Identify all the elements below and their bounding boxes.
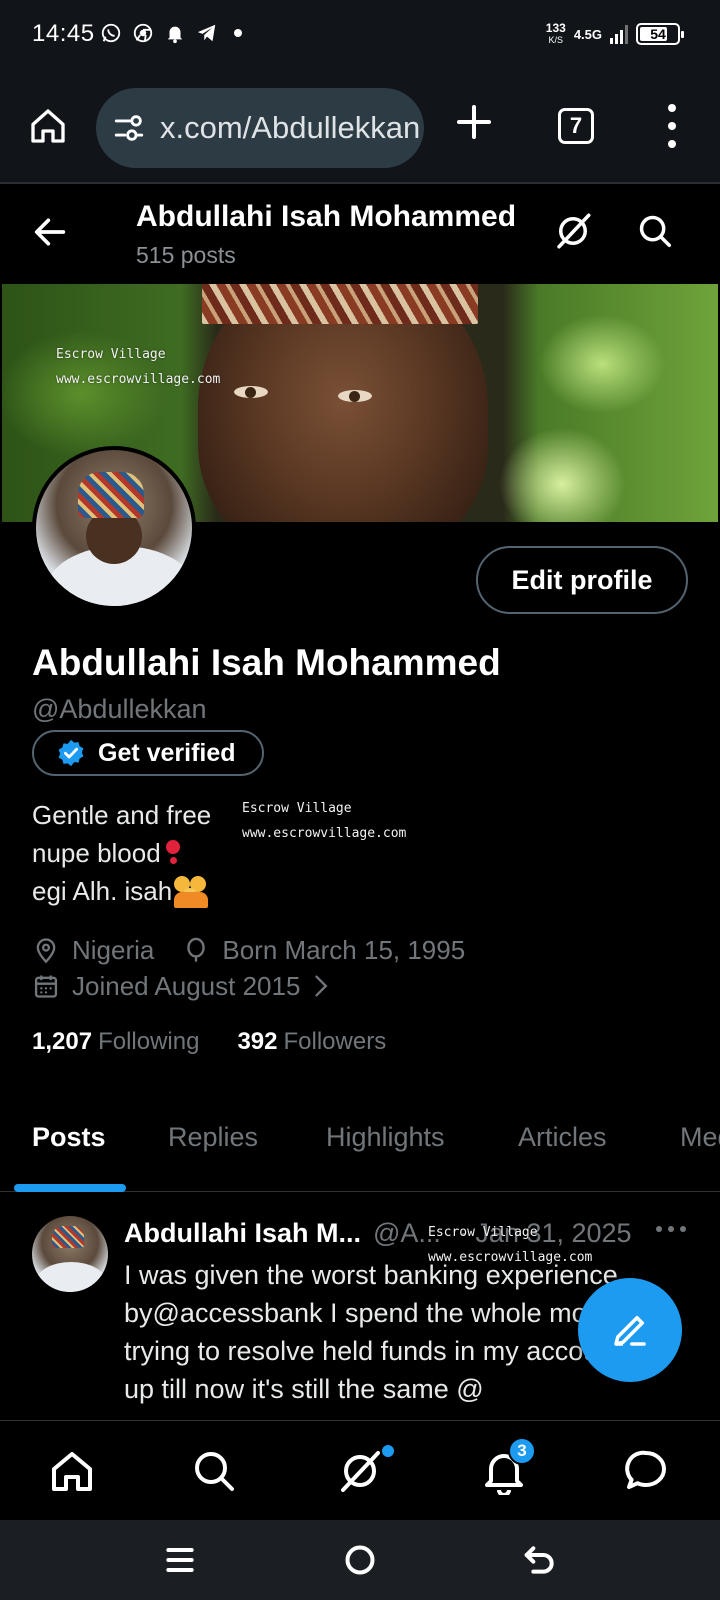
tab-switcher-button[interactable]: 7 [558,108,594,144]
profile-birthday: Born March 15, 1995 [222,934,466,965]
speed-unit: K/S [548,35,564,45]
site-settings-icon[interactable] [112,111,146,145]
following-label: Following [98,1028,200,1055]
active-tab-indicator [14,1184,126,1192]
watermark-line2: www.escrowvillage.com [242,826,407,841]
balloon-icon [187,937,206,962]
followers-count: 392 [237,1028,278,1055]
watermark-line1: Escrow Village [242,801,352,816]
followers-link[interactable]: 392 Followers [237,1028,386,1056]
speed-value: 133 [545,21,566,35]
profile-location: Nigeria [72,934,155,965]
bio-watermark: Escrow Village www.escrowvillage.com [242,796,406,846]
watermark-line2: www.escrowvillage.com [56,372,221,387]
get-verified-button[interactable]: Get verified [32,730,264,776]
compose-icon [614,1316,646,1346]
address-bar[interactable]: x.com/Abdullekkan [96,88,424,168]
home-icon[interactable] [28,106,68,146]
get-verified-label: Get verified [98,738,236,767]
url-text: x.com/Abdullekkan [160,110,421,145]
grok-icon[interactable] [336,1447,384,1495]
profile-top-bar: Abdullahi Isah Mohammed 515 posts [0,186,720,282]
tab-highlights[interactable]: Highlights [326,1122,445,1153]
followers-label: Followers [283,1028,387,1055]
following-link[interactable]: 1,207 Following [32,1028,199,1056]
status-bar: 14:45 133 K/S 4.5G 54 [0,0,720,72]
battery-icon: 54 [636,23,684,45]
notification-icons [100,22,242,44]
compose-post-button[interactable] [578,1278,682,1382]
system-home-icon[interactable] [340,1540,380,1580]
messages-icon[interactable] [622,1447,670,1495]
network-speed: 133 K/S [546,22,566,46]
profile-handle: @Abdullekkan [32,694,207,724]
post-watermark: Escrow Village www.escrowvillage.com [428,1220,592,1270]
post-author[interactable]: Abdullahi Isah M... [124,1218,361,1249]
joined-date-row[interactable]: Joined August 2015 [32,968,465,1004]
banner-eye-left [234,386,268,398]
telegram-icon [196,22,218,44]
edit-profile-button[interactable]: Edit profile [476,546,688,614]
back-arrow-icon[interactable] [30,212,70,252]
profile-name: Abdullahi Isah Mohammed [32,642,501,683]
tab-replies[interactable]: Replies [168,1122,258,1153]
browser-menu-icon[interactable] [662,104,682,148]
post-avatar[interactable] [32,1216,108,1292]
whatsapp-icon [100,22,122,44]
battery-level: 54 [650,26,666,42]
grok-icon[interactable] [552,210,594,252]
chevron-right-icon [315,975,328,997]
status-right: 133 K/S 4.5G 54 [546,22,684,46]
tab-articles[interactable]: Articles [518,1122,607,1153]
watermark-line1: Escrow Village [428,1225,538,1240]
search-icon[interactable] [190,1447,238,1495]
system-navigation-bar [0,1520,720,1600]
follow-stats: 1,207 Following 392 Followers [32,1028,386,1056]
calendar-icon [34,975,58,998]
bio-line-3: egi Alh. isah [32,876,173,906]
profile-tabs: Posts Replies Highlights Articles Media [0,1094,720,1192]
network-type: 4.5G [573,26,602,42]
family-icon [174,874,210,908]
post-more-icon[interactable] [656,1226,686,1236]
chrome-icon [132,22,154,44]
profile-joined: Joined August 2015 [72,970,301,1001]
heart-exclamation-icon [165,840,181,866]
header-posts-count: 515 posts [136,242,236,268]
profile-meta: Nigeria Born March 15, 1995 Joined Augus… [32,932,465,1004]
search-icon[interactable] [636,212,674,250]
tab-media[interactable]: Media [680,1122,720,1153]
profile-bio: Gentle and free nupe blood egi Alh. isah [32,796,211,910]
banner-watermark: Escrow Village www.escrowvillage.com [56,342,220,392]
notifications-badge: 3 [508,1437,536,1465]
location-pin-icon [36,938,56,964]
bell-icon [164,22,186,44]
bottom-navigation: 3 [0,1420,720,1520]
recent-apps-icon[interactable] [160,1540,200,1580]
new-tab-icon[interactable] [454,102,494,142]
watermark-line1: Escrow Village [56,347,166,362]
grok-new-dot [382,1445,394,1457]
browser-toolbar: x.com/Abdullekkan 7 [0,72,720,184]
tab-posts[interactable]: Posts [32,1122,106,1153]
following-count: 1,207 [32,1028,93,1055]
signal-icon [610,24,628,44]
bio-line-1: Gentle and free [32,800,212,830]
header-profile-name: Abdullahi Isah Mohammed [136,200,517,233]
banner-cap [202,284,478,324]
verified-badge-icon [58,739,84,767]
home-icon[interactable] [48,1447,96,1495]
system-back-icon[interactable] [520,1540,560,1580]
more-notifications-dot [234,29,242,37]
banner-eye-right [338,390,372,402]
bio-line-2: nupe blood [32,838,161,868]
status-time: 14:45 [32,20,95,47]
avatar[interactable] [32,446,196,610]
watermark-line2: www.escrowvillage.com [428,1250,593,1265]
